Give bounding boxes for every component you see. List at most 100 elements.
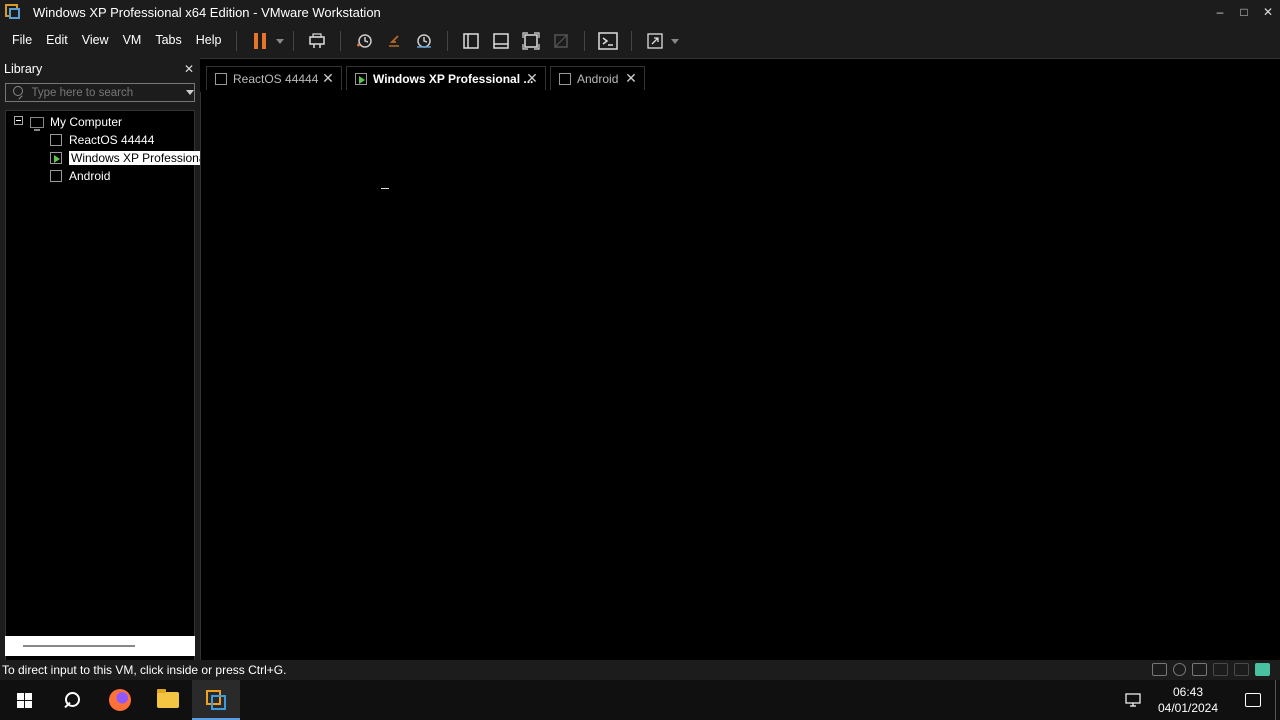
notification-icon <box>1245 693 1261 707</box>
vm-icon <box>559 72 571 85</box>
full-screen-dropdown-arrow[interactable] <box>670 27 680 55</box>
tree-label: Windows XP Professiona <box>69 151 208 165</box>
search-icon <box>13 85 24 100</box>
start-button[interactable] <box>0 680 48 720</box>
console-view-button[interactable] <box>594 27 622 55</box>
chevron-down-icon <box>671 38 680 44</box>
close-library-button[interactable]: ✕ <box>184 62 194 76</box>
show-desktop-button[interactable] <box>1275 680 1280 720</box>
search-dropdown-button[interactable] <box>185 84 194 101</box>
library-horizontal-scrollbar[interactable] <box>5 636 195 656</box>
send-ctrl-alt-del-icon <box>309 33 326 48</box>
unity-icon <box>554 34 569 48</box>
taskbar-file-explorer[interactable] <box>144 680 192 720</box>
taskbar-clock[interactable]: 06:43 04/01/2024 <box>1145 684 1231 716</box>
library-tree: My Computer ReactOS 44444 Windows XP Pro… <box>5 110 208 688</box>
snapshot-manager-icon <box>417 34 432 48</box>
taskbar-firefox[interactable] <box>96 680 144 720</box>
notification-center-button[interactable] <box>1231 680 1275 720</box>
menu-view[interactable]: View <box>75 24 116 58</box>
library-header: Library ✕ <box>0 58 200 80</box>
full-screen-button[interactable] <box>641 27 669 55</box>
power-dropdown-arrow[interactable] <box>275 27 285 55</box>
fit-guest-button[interactable] <box>517 27 545 55</box>
chevron-down-icon <box>185 90 194 95</box>
menu-tabs[interactable]: Tabs <box>148 24 188 58</box>
close-tab-button[interactable]: ✕ <box>624 71 638 85</box>
unity-button[interactable] <box>547 27 575 55</box>
firefox-icon <box>109 689 131 711</box>
toolbar-divider <box>631 31 633 51</box>
message-log-icon[interactable] <box>1255 663 1270 676</box>
close-tab-button[interactable]: ✕ <box>321 71 335 85</box>
tab-vm[interactable]: ReactOS 44444 ✕ <box>206 66 342 90</box>
toolbar-divider <box>340 31 342 51</box>
maximize-button[interactable]: □ <box>1232 0 1256 24</box>
take-snapshot-button[interactable] <box>350 27 378 55</box>
sound-card-icon[interactable] <box>1234 663 1249 676</box>
vm-icon <box>50 170 62 182</box>
taskbar-search-button[interactable] <box>48 680 96 720</box>
tree-collapse-toggle[interactable] <box>14 116 23 125</box>
windows-taskbar: 06:43 04/01/2024 <box>0 680 1280 720</box>
device-status-icons <box>1152 663 1270 676</box>
clock-date: 04/01/2024 <box>1157 701 1219 715</box>
menu-file[interactable]: File <box>5 24 39 58</box>
cd-drive-icon[interactable] <box>1173 663 1186 676</box>
menu-vm[interactable]: VM <box>116 24 149 58</box>
toolbar-divider <box>447 31 449 51</box>
vm-icon <box>50 134 62 146</box>
tree-item-my-computer[interactable]: My Computer <box>30 113 122 131</box>
clock-time: 06:43 <box>1172 685 1204 699</box>
menu-toolbar: File Edit View VM Tabs Help <box>0 24 1280 58</box>
tray-network-button[interactable] <box>1121 680 1145 720</box>
toolbar-divider <box>584 31 586 51</box>
tree-label: Android <box>69 169 111 183</box>
usb-icon[interactable] <box>1213 663 1228 676</box>
tab-label: Windows XP Professional ... <box>373 71 534 86</box>
revert-snapshot-button[interactable] <box>380 27 408 55</box>
toolbar-divider <box>293 31 295 51</box>
tree-item-vm[interactable]: ReactOS 44444 <box>50 131 154 149</box>
console-view-icon <box>598 32 619 50</box>
tab-label: ReactOS 44444 <box>233 71 319 86</box>
show-library-button[interactable] <box>457 27 485 55</box>
show-library-icon <box>463 33 480 49</box>
show-thumbnail-bar-icon <box>493 33 510 49</box>
snapshot-icon <box>357 34 373 48</box>
snapshot-manager-button[interactable] <box>410 27 438 55</box>
text-cursor <box>381 188 389 189</box>
vmware-app-icon[interactable] <box>5 4 21 20</box>
close-window-button[interactable]: ✕ <box>1256 0 1280 24</box>
library-search-input[interactable] <box>23 86 186 99</box>
vm-icon <box>215 72 227 85</box>
pause-button[interactable] <box>246 27 274 55</box>
tab-vm-active[interactable]: Windows XP Professional ... ✕ <box>346 66 546 90</box>
tree-item-vm-selected[interactable]: Windows XP Professiona <box>50 149 208 167</box>
send-ctrl-alt-del-button[interactable] <box>303 27 331 55</box>
tree-item-vm[interactable]: Android <box>50 167 110 185</box>
library-panel: Library ✕ My Computer ReactOS 44444 Wind… <box>0 58 208 688</box>
menu-edit[interactable]: Edit <box>39 24 75 58</box>
hard-disk-icon[interactable] <box>1152 663 1167 676</box>
network-adapter-icon[interactable] <box>1192 663 1207 676</box>
running-vm-icon <box>355 72 367 85</box>
system-tray: 06:43 04/01/2024 <box>1121 680 1280 720</box>
network-icon <box>1125 693 1141 707</box>
tab-vm[interactable]: Android ✕ <box>550 66 645 90</box>
close-tab-button[interactable]: ✕ <box>525 71 539 85</box>
thumbnail-bar-button[interactable] <box>487 27 515 55</box>
library-search-box[interactable] <box>5 83 195 102</box>
menu-help[interactable]: Help <box>189 24 229 58</box>
tree-label: ReactOS 44444 <box>69 133 155 147</box>
computer-icon <box>30 116 44 131</box>
pause-icon <box>254 33 267 49</box>
vm-tab-strip: ReactOS 44444 ✕ Windows XP Professional … <box>200 58 1280 92</box>
fit-guest-icon <box>522 32 541 50</box>
scrollbar-thumb[interactable] <box>23 645 135 647</box>
minimize-button[interactable]: – <box>1208 0 1232 24</box>
taskbar-vmware-workstation[interactable] <box>192 680 240 720</box>
vm-console-screen[interactable] <box>200 92 1280 660</box>
vmware-workstation-icon <box>206 690 226 710</box>
file-explorer-icon <box>157 689 179 708</box>
